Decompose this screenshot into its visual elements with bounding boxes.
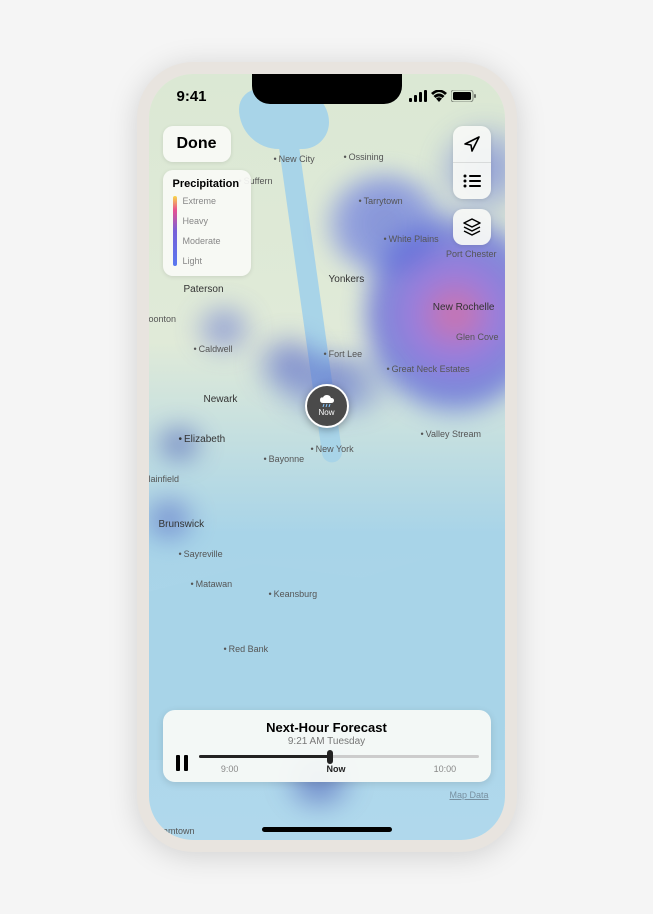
map-label: Newark bbox=[204, 394, 238, 405]
map-label: Ossining bbox=[344, 152, 384, 162]
current-location-pin[interactable]: Now bbox=[305, 384, 349, 428]
map-label: White Plains bbox=[384, 234, 439, 244]
map-label: Caldwell bbox=[194, 344, 233, 354]
map-label: Glen Cove bbox=[456, 332, 499, 342]
map-label: Port Chester bbox=[446, 249, 497, 259]
map-label: Yonkers bbox=[329, 274, 365, 285]
map-label: Matawan bbox=[191, 579, 233, 589]
map-label: Bayonne bbox=[264, 454, 305, 464]
battery-icon bbox=[451, 90, 477, 102]
map-control-group bbox=[453, 209, 491, 245]
list-button[interactable] bbox=[453, 163, 491, 199]
timeline-slider[interactable] bbox=[199, 755, 479, 758]
map-label: New City bbox=[274, 154, 315, 164]
legend-level: Moderate bbox=[183, 236, 221, 246]
notch bbox=[252, 74, 402, 104]
legend-level: Extreme bbox=[183, 196, 221, 206]
cellular-icon bbox=[409, 90, 427, 102]
legend-gradient-bar bbox=[173, 196, 177, 266]
pause-button[interactable] bbox=[175, 755, 189, 774]
map-label: New Rochelle bbox=[433, 302, 495, 313]
timeline-title: Next-Hour Forecast bbox=[175, 720, 479, 735]
map-label: Ramtown bbox=[157, 826, 195, 836]
cloud-rain-icon bbox=[318, 395, 336, 407]
map-label: New York bbox=[311, 444, 354, 454]
map-label: Keansburg bbox=[269, 589, 318, 599]
timeline-tick: 10:00 bbox=[434, 764, 457, 774]
map-label: Fort Lee bbox=[324, 349, 363, 359]
map-label: oonton bbox=[149, 314, 177, 324]
map-label: Great Neck Estates bbox=[387, 364, 470, 374]
map-label: Paterson bbox=[184, 284, 224, 295]
legend-title: Precipitation bbox=[173, 178, 241, 190]
timeline-progress bbox=[199, 755, 331, 758]
legend-level: Light bbox=[183, 256, 221, 266]
pin-label: Now bbox=[318, 408, 334, 417]
layers-button[interactable] bbox=[453, 209, 491, 245]
status-time: 9:41 bbox=[177, 88, 207, 105]
map-label: Valley Stream bbox=[421, 429, 482, 439]
precipitation-legend: Precipitation Extreme Heavy Moderate Lig… bbox=[163, 170, 251, 276]
map-label: Red Bank bbox=[224, 644, 269, 654]
screen: 9:41 New City Ossining Suffern bbox=[149, 74, 505, 840]
map-label: Brunswick bbox=[159, 519, 205, 530]
list-bullet-icon bbox=[463, 174, 481, 188]
map-label: lainfield bbox=[149, 474, 180, 484]
forecast-timeline-card: Next-Hour Forecast 9:21 AM Tuesday 9:00 … bbox=[163, 710, 491, 782]
timeline-subtitle: 9:21 AM Tuesday bbox=[175, 736, 479, 747]
timeline-handle[interactable] bbox=[327, 750, 333, 764]
status-indicators bbox=[409, 90, 477, 102]
wifi-icon bbox=[431, 90, 447, 102]
done-button[interactable]: Done bbox=[163, 126, 231, 162]
map-attribution-link[interactable]: Map Data bbox=[449, 790, 488, 800]
timeline-tick: 9:00 bbox=[221, 764, 239, 774]
home-indicator[interactable] bbox=[262, 827, 392, 832]
timeline-tick-now: Now bbox=[327, 764, 346, 774]
layers-icon bbox=[463, 218, 481, 236]
map-label: Sayreville bbox=[179, 549, 223, 559]
location-arrow-icon bbox=[463, 135, 481, 153]
phone-frame: 9:41 New City Ossining Suffern bbox=[137, 62, 517, 852]
pause-icon bbox=[175, 755, 189, 771]
map-label: Tarrytown bbox=[359, 196, 403, 206]
locate-button[interactable] bbox=[453, 126, 491, 162]
map-label: Elizabeth bbox=[179, 434, 226, 445]
legend-level: Heavy bbox=[183, 216, 221, 226]
map-control-group bbox=[453, 126, 491, 199]
